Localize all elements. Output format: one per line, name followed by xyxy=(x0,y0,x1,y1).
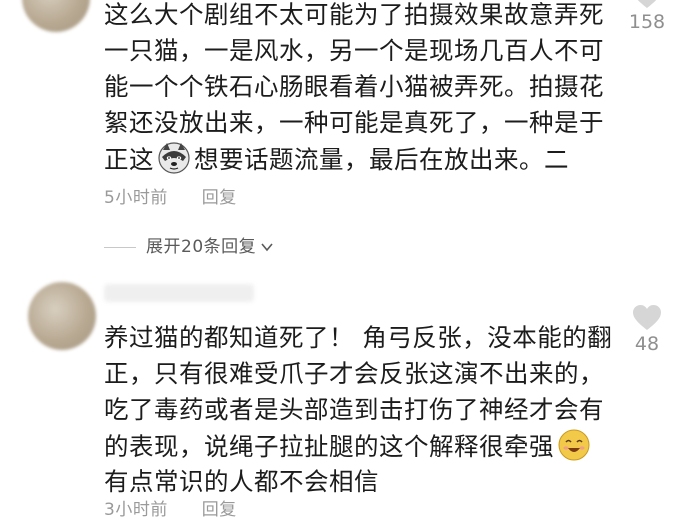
smiling-face-emoji xyxy=(558,429,590,461)
comment-line-part: 想要话题流量，最后在放出来。二 xyxy=(194,145,569,174)
expand-replies-button[interactable]: 展开20条回复 xyxy=(104,232,274,257)
avatar[interactable] xyxy=(22,0,90,32)
avatar[interactable] xyxy=(28,282,96,350)
like-count: 48 xyxy=(634,333,660,355)
like-button[interactable]: 48 xyxy=(622,304,672,355)
husky-dog-emoji xyxy=(158,142,190,174)
comment-line: 这么大个剧组不太可能为了拍摄效果故意弄死 xyxy=(104,0,604,29)
divider xyxy=(104,246,136,248)
like-button[interactable]: 158 xyxy=(622,0,672,33)
comment-line-part: 正这 xyxy=(104,145,154,174)
comment-meta: 3小时前 回复 xyxy=(104,495,237,520)
username[interactable] xyxy=(104,284,254,302)
comment-item: 养过猫的都知道死了！ 角弓反张，没本能的翻 正，只有很难受爪子才会反张这演不出来… xyxy=(0,278,690,526)
comment-line: 一只猫，一是风水，另一个是现场几百人不可 xyxy=(104,36,604,65)
chevron-down-icon xyxy=(261,243,273,252)
comment-time: 3小时前 xyxy=(104,500,168,520)
like-count: 158 xyxy=(628,11,666,33)
comment-text: 这么大个剧组不太可能为了拍摄效果故意弄死 一只猫，一是风水，另一个是现场几百人不… xyxy=(104,0,604,177)
heart-icon xyxy=(633,305,661,330)
comment-line: 正，只有很难受爪子才会反张这演不出来的， xyxy=(104,359,604,388)
comment-line: 的表现，说绳子拉扯腿的这个解释很牵强 xyxy=(104,428,604,464)
comment-line: 能一个个铁石心肠眼看着小猫被弄死。拍摄花 xyxy=(104,72,604,101)
heart-icon xyxy=(637,0,657,8)
reply-button[interactable]: 回复 xyxy=(202,500,237,520)
reply-button[interactable]: 回复 xyxy=(202,188,237,208)
comment-text: 养过猫的都知道死了！ 角弓反张，没本能的翻 正，只有很难受爪子才会反张这演不出来… xyxy=(104,320,613,500)
comment-time: 5小时前 xyxy=(104,188,168,208)
comment-line: 吃了毒药或者是头部造到击打伤了神经才会有 xyxy=(104,395,604,424)
comment-meta: 5小时前 回复 xyxy=(104,183,237,208)
expand-replies-label: 展开20条回复 xyxy=(146,237,257,257)
comment-line: 正这 想要话题流量，最后在放出来。二 xyxy=(104,141,604,177)
comment-item: 这么大个剧组不太可能为了拍摄效果故意弄死 一只猫，一是风水，另一个是现场几百人不… xyxy=(0,0,690,225)
comment-line: 养过猫的都知道死了！ 角弓反张，没本能的翻 xyxy=(104,323,613,352)
comment-line-part: 的表现，说绳子拉扯腿的这个解释很牵强 xyxy=(104,432,554,461)
comment-line: 絮还没放出来，一种可能是真死了，一种是于 xyxy=(104,108,604,137)
